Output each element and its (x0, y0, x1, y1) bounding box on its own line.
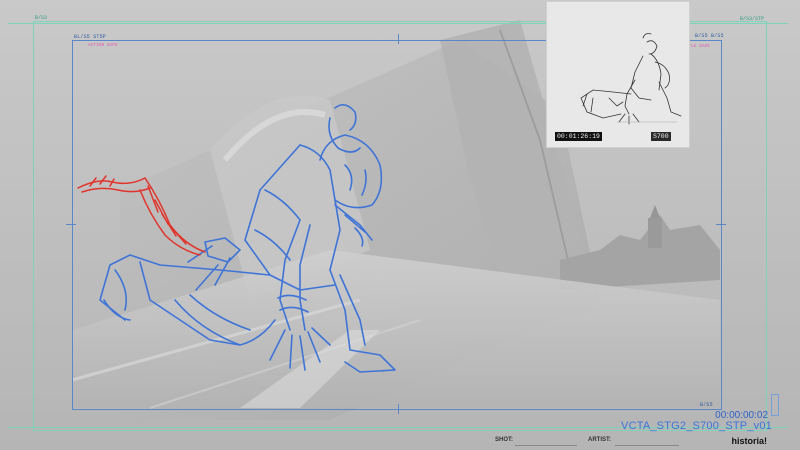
shot-underline (515, 445, 577, 446)
thumbnail-sketch (547, 2, 689, 147)
reference-thumbnail: 00:01:26:19 S700 (546, 1, 690, 148)
thumbnail-scene-label: S700 (651, 132, 671, 141)
scroll-indicator (771, 394, 779, 416)
artist-label: ARTIST: (588, 437, 611, 443)
overlay-filename: VCTA_STG2_S700_STP_v01 (621, 420, 772, 432)
thumbnail-timecode: 00:01:26:19 (555, 132, 602, 141)
artist-underline (615, 445, 679, 446)
storyboard-frame: B/S3 B/S3/STP BL/S5 ST5P B/S5 B/S5 B/S5 … (0, 0, 800, 450)
historia-logo: historia! (731, 436, 767, 446)
shot-label: SHOT: (495, 437, 513, 443)
